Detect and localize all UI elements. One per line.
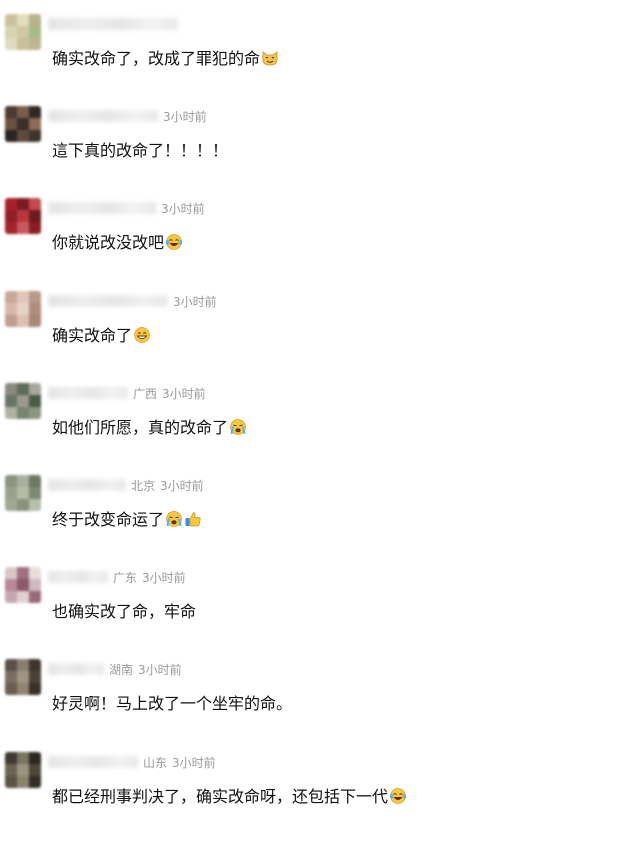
username-blurred[interactable] (48, 110, 158, 122)
avatar[interactable] (5, 198, 41, 234)
comment-text-content: 确实改命了，改成了罪犯的命 (52, 49, 261, 68)
comment-text: 這下真的改命了！！！！ (52, 139, 228, 163)
comment-text: 也确实改了命，牢命 (52, 600, 196, 624)
comment-meta: 湖南 3小时前 (48, 661, 182, 677)
comment-text: 如他们所愿，真的改命了 (52, 416, 247, 440)
comment-item: 3小时前這下真的改命了！！！！ (0, 106, 640, 198)
comment-meta: 北京 3小时前 (48, 477, 204, 493)
timestamp: 3小时前 (162, 386, 206, 401)
location-label: 山东 (143, 755, 168, 770)
comment-item: 广西 3小时前如他们所愿，真的改命了 (0, 383, 640, 475)
comment-text: 好灵啊！马上改了一个坐牢的命。 (52, 692, 292, 716)
comment-meta: 3小时前 (48, 200, 205, 216)
location-label: 广西 (133, 386, 158, 401)
comment-text: 你就说改没改吧 (52, 231, 183, 255)
comment-text: 终于改变命运了 (52, 508, 202, 532)
username-blurred[interactable] (48, 18, 178, 30)
comment-item: 广东 3小时前也确实改了命，牢命 (0, 567, 640, 659)
comment-meta: 3小时前 (48, 293, 217, 309)
location-label: 北京 (131, 478, 156, 493)
comment-item: 确实改命了，改成了罪犯的命 (0, 14, 640, 106)
loudly-crying-icon (229, 418, 247, 436)
comment-item: 北京 3小时前终于改变命运了 (0, 475, 640, 567)
comment-text-content: 這下真的改命了！！！！ (52, 141, 229, 160)
avatar[interactable] (5, 14, 41, 50)
username-blurred[interactable] (48, 202, 156, 214)
laughing-tears-icon (165, 233, 183, 251)
laughing-tears-icon (389, 787, 407, 805)
avatar[interactable] (5, 106, 41, 142)
thumbs-up-icon (184, 510, 202, 528)
location-label: 广东 (113, 570, 138, 585)
timestamp: 3小时前 (161, 201, 205, 216)
avatar[interactable] (5, 383, 41, 419)
comment-text-content: 也确实改了命，牢命 (52, 602, 197, 621)
comment-meta: 3小时前 (48, 108, 207, 124)
comment-meta: 广东 3小时前 (48, 569, 186, 585)
timestamp: 3小时前 (172, 755, 216, 770)
comment-text: 确实改命了 (52, 324, 151, 348)
avatar[interactable] (5, 291, 41, 327)
comment-item: 3小时前你就说改没改吧 (0, 198, 640, 290)
cat-face-icon (261, 49, 279, 67)
comment-meta (48, 16, 183, 32)
username-blurred[interactable] (48, 756, 138, 768)
comment-text-content: 终于改变命运了 (52, 510, 165, 529)
avatar[interactable] (5, 567, 41, 603)
timestamp: 3小时前 (163, 109, 207, 124)
username-blurred[interactable] (48, 571, 108, 583)
timestamp: 3小时前 (138, 662, 182, 677)
username-blurred[interactable] (48, 479, 126, 491)
comment-text-content: 确实改命了 (52, 326, 133, 345)
comment-text: 都已经刑事判决了，确实改命呀，还包括下一代 (52, 785, 407, 809)
comment-meta: 广西 3小时前 (48, 385, 206, 401)
avatar[interactable] (5, 475, 41, 511)
avatar[interactable] (5, 752, 41, 788)
timestamp: 3小时前 (173, 294, 217, 309)
comment-item: 山东 3小时前都已经刑事判决了，确实改命呀，还包括下一代 (0, 752, 640, 844)
comment-text: 确实改命了，改成了罪犯的命 (52, 47, 279, 71)
username-blurred[interactable] (48, 387, 128, 399)
username-blurred[interactable] (48, 663, 104, 675)
location-label: 湖南 (109, 662, 134, 677)
timestamp: 3小时前 (160, 478, 204, 493)
timestamp: 3小时前 (142, 570, 186, 585)
comment-item: 3小时前确实改命了 (0, 291, 640, 383)
avatar[interactable] (5, 659, 41, 695)
grinning-face-icon (133, 326, 151, 344)
comment-meta: 山东 3小时前 (48, 754, 216, 770)
comment-text-content: 都已经刑事判决了，确实改命呀，还包括下一代 (52, 787, 389, 806)
comment-text-content: 如他们所愿，真的改命了 (52, 418, 229, 437)
comment-text-content: 好灵啊！马上改了一个坐牢的命。 (52, 694, 293, 713)
username-blurred[interactable] (48, 295, 168, 307)
loudly-crying-icon (165, 510, 183, 528)
comment-text-content: 你就说改没改吧 (52, 233, 165, 252)
comment-item: 湖南 3小时前好灵啊！马上改了一个坐牢的命。 (0, 659, 640, 751)
